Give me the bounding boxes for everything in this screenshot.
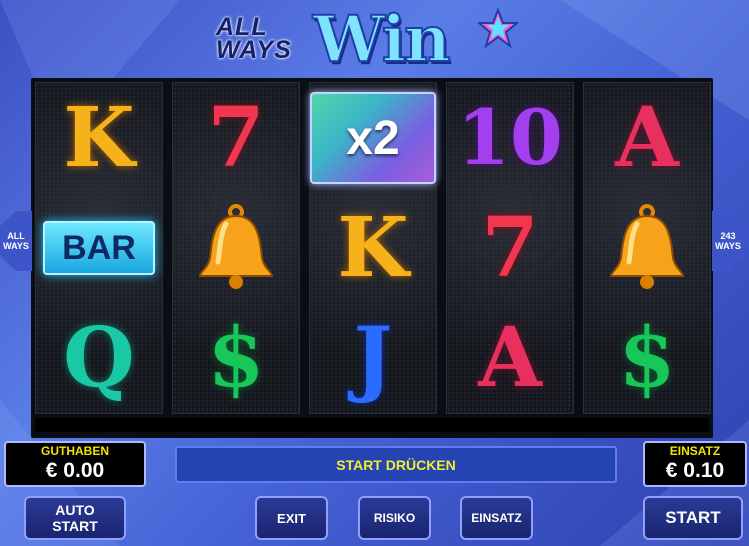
star-icon: [478, 8, 518, 48]
reel-5: A $: [583, 82, 711, 414]
status-message: START DRÜCKEN: [175, 446, 617, 483]
exit-button[interactable]: EXIT: [255, 496, 328, 540]
einsatz-button[interactable]: EINSATZ: [460, 496, 533, 540]
symbol-k: K: [337, 200, 409, 296]
bell-icon: [584, 193, 710, 303]
reel-1: K BAR Q: [35, 82, 163, 414]
symbol-a: A: [615, 90, 679, 186]
win-message-bar: [35, 418, 709, 432]
auto-start-button[interactable]: AUTO START: [24, 496, 126, 540]
multiplier-x2-symbol: x2: [310, 83, 436, 193]
balance-value: € 0.00: [45, 459, 105, 482]
bet-value: € 0.10: [665, 459, 725, 482]
balance-label: GUTHABEN: [41, 444, 109, 458]
reel-4: 10 7 A: [446, 82, 574, 414]
reel-3: x2 K J: [309, 82, 437, 414]
symbol-bar: BAR: [36, 193, 162, 303]
game-logo: ALL WAYS Win: [210, 1, 540, 78]
dollar-icon: $: [618, 310, 676, 406]
bet-label: EINSATZ: [669, 444, 721, 458]
dollar-icon: $: [207, 310, 265, 406]
symbol-seven: 7: [481, 200, 539, 296]
logo-win-text: Win: [312, 1, 452, 78]
start-button[interactable]: START: [643, 496, 743, 540]
bet-display: EINSATZ € 0.10: [643, 441, 747, 487]
balance-display: GUTHABEN € 0.00: [4, 441, 146, 487]
reel-2: 7 $: [172, 82, 300, 414]
symbol-k: K: [63, 90, 135, 186]
symbol-seven: 7: [207, 90, 265, 186]
symbol-j: J: [353, 310, 393, 406]
risiko-button[interactable]: RISIKO: [358, 496, 431, 540]
reel-area: ALL WAYS 243 WAYS K BAR Q 7 $ x2 K J 10 …: [0, 78, 744, 438]
symbol-a: A: [478, 310, 542, 406]
symbol-q: Q: [63, 310, 135, 406]
symbol-ten: 10: [457, 93, 563, 182]
bell-icon: [173, 193, 299, 303]
logo-allways-text: ALL WAYS: [216, 13, 292, 64]
